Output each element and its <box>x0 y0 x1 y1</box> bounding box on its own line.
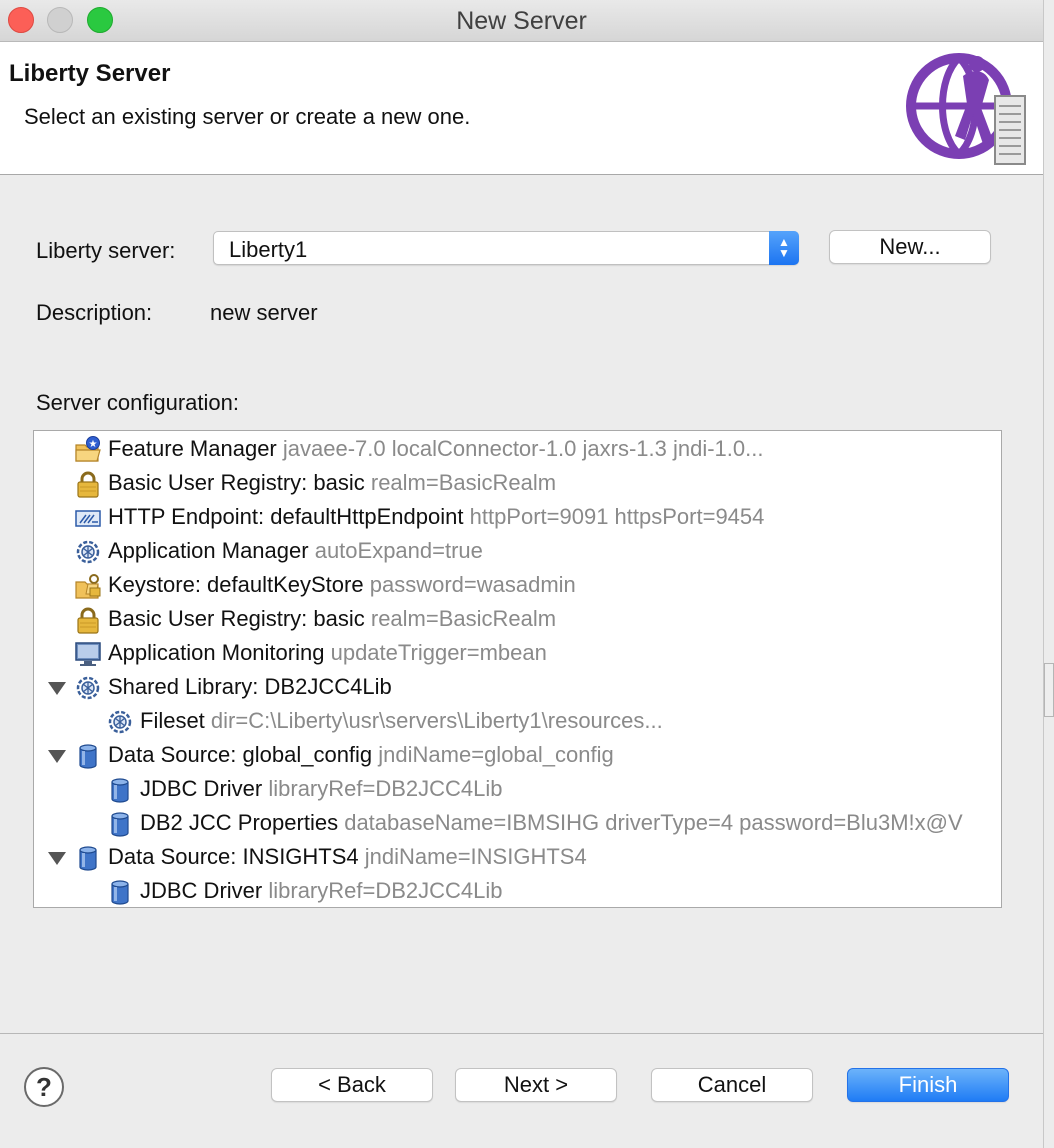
tree-item-label: Basic User Registry: basic <box>108 470 365 495</box>
database-icon <box>106 878 134 906</box>
liberty-server-select-value: Liberty1 <box>229 237 308 262</box>
finish-button[interactable]: Finish <box>847 1068 1009 1102</box>
tree-item-attributes: jndiName=global_config <box>378 742 614 767</box>
chevron-up-down-icon: ▲ ▼ <box>769 231 799 265</box>
background-window-edge <box>1044 663 1054 717</box>
monitor-icon <box>74 640 102 668</box>
expand-arrow-icon[interactable] <box>48 750 66 763</box>
tree-item-label: Shared Library: DB2JCC4Lib <box>108 674 392 699</box>
tree-item-attributes: libraryRef=DB2JCC4Lib <box>268 878 503 903</box>
liberty-server-label: Liberty server: <box>36 238 176 263</box>
lock-icon <box>74 470 102 498</box>
next-button[interactable]: Next > <box>455 1068 617 1102</box>
tree-item-label: HTTP Endpoint: defaultHttpEndpoint <box>108 504 464 529</box>
server-configuration-label: Server configuration: <box>36 390 239 415</box>
tree-item-attributes: dir=C:\Liberty\usr\servers\Liberty1\reso… <box>210 708 663 733</box>
tree-item-attributes: javaee-7.0 localConnector-1.0 jaxrs-1.3 … <box>282 436 764 461</box>
window-title: New Server <box>456 7 587 35</box>
svg-text:★: ★ <box>89 439 98 450</box>
tree-item-label: Fileset <box>140 708 205 733</box>
cancel-button[interactable]: Cancel <box>651 1068 813 1102</box>
expand-arrow-icon[interactable] <box>48 852 66 865</box>
new-server-dialog: New Server Liberty Server Select an exis… <box>0 0 1044 1148</box>
tree-item-label: Data Source: global_config <box>108 742 373 767</box>
page-description: Select an existing server or create a ne… <box>24 104 471 129</box>
tree-item-attributes: updateTrigger=mbean <box>330 640 547 665</box>
tree-item-attributes: password=wasadmin <box>369 572 576 597</box>
tree-item-attributes: httpPort=9091 httpsPort=9454 <box>469 504 765 529</box>
new-server-button[interactable]: New... <box>829 230 991 264</box>
tree-item-attributes: databaseName=IBMSIHG driverType=4 passwo… <box>344 810 963 835</box>
gear-globe-icon <box>74 538 102 566</box>
tree-item-label: Feature Manager <box>108 436 277 461</box>
liberty-server-select[interactable]: Liberty1 ▲ ▼ <box>213 231 799 265</box>
http-endpoint-icon <box>74 504 102 532</box>
footer-separator <box>0 1033 1043 1034</box>
tree-item-attributes: realm=BasicRealm <box>370 606 557 631</box>
help-icon[interactable]: ? <box>24 1067 64 1107</box>
database-icon <box>106 810 134 838</box>
tree-item-attributes: realm=BasicRealm <box>370 470 557 495</box>
tree-item-attributes: libraryRef=DB2JCC4Lib <box>268 776 503 801</box>
back-button[interactable]: < Back <box>271 1068 433 1102</box>
database-icon <box>106 776 134 804</box>
tree-item-attributes: jndiName=INSIGHTS4 <box>364 844 587 869</box>
tree-item-label: DB2 JCC Properties <box>140 810 339 835</box>
database-icon <box>74 742 102 770</box>
tree-item-label: Application Monitoring <box>108 640 325 665</box>
tree-item-label: Keystore: defaultKeyStore <box>108 572 364 597</box>
tree-item-label: Application Manager <box>108 538 309 563</box>
liberty-server-logo-icon <box>906 53 1026 165</box>
description-label: Description: <box>36 300 153 325</box>
expand-arrow-icon[interactable] <box>48 682 66 695</box>
feature-manager-icon: ★ <box>74 436 102 464</box>
page-title: Liberty Server <box>9 60 171 87</box>
tree-item-label: JDBC Driver <box>140 878 263 903</box>
tree-item-attributes: autoExpand=true <box>314 538 483 563</box>
database-icon <box>74 844 102 872</box>
wizard-banner: Liberty Server Select an existing server… <box>0 42 1043 175</box>
gear-globe-icon <box>74 674 102 702</box>
tree-item-label: JDBC Driver <box>140 776 263 801</box>
title-bar: New Server <box>0 0 1043 42</box>
gear-globe-icon <box>106 708 134 736</box>
tree-item-label: Data Source: INSIGHTS4 <box>108 844 359 869</box>
server-configuration-tree[interactable]: ★ Feature Manager javaee-7.0 localConnect… <box>33 430 1002 908</box>
keystore-icon <box>74 572 102 600</box>
lock-icon <box>74 606 102 634</box>
tree-item-label: Basic User Registry: basic <box>108 606 365 631</box>
description-value: new server <box>210 300 318 325</box>
